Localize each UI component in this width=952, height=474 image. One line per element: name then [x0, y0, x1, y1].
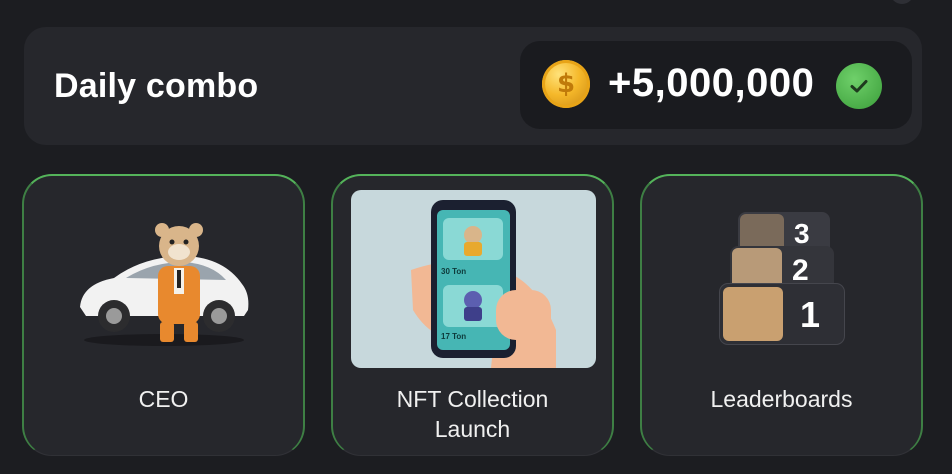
- top-corner-indicator: [890, 0, 914, 4]
- combo-card-nft-collection-launch[interactable]: 30 Ton 17 Ton NFT Collection Launch: [331, 174, 614, 456]
- daily-combo-title: Daily combo: [54, 67, 259, 105]
- nft-phone-icon: 30 Ton 17 Ton: [351, 190, 596, 368]
- rank-number: 1: [800, 294, 821, 335]
- nft-item-price-1: 30 Ton: [441, 267, 467, 276]
- daily-combo-header: Daily combo $ +5,000,000: [24, 27, 922, 145]
- ceo-hamster-car-icon: [74, 212, 254, 352]
- card-label-ceo: CEO: [138, 386, 189, 412]
- rank-number: 2: [792, 254, 809, 287]
- combo-card-leaderboards[interactable]: 3 2 1 Leaderboards: [640, 174, 923, 456]
- card-label-leaderboards: Leaderboards: [710, 386, 853, 412]
- leaderboard-podium-icon: 3 2 1: [720, 212, 850, 347]
- reward-amount: +5,000,000: [608, 61, 815, 105]
- rank-avatar: [723, 287, 783, 341]
- rank-row-1: 1: [720, 284, 844, 344]
- reward-panel: $ +5,000,000: [520, 41, 912, 129]
- card-label-nft-collection-launch: NFT Collection Launch: [396, 386, 549, 442]
- nft-item-price-2: 17 Ton: [441, 332, 467, 341]
- coin-icon: $: [542, 60, 590, 108]
- combo-card-ceo[interactable]: CEO: [22, 174, 305, 456]
- check-icon: [836, 63, 882, 109]
